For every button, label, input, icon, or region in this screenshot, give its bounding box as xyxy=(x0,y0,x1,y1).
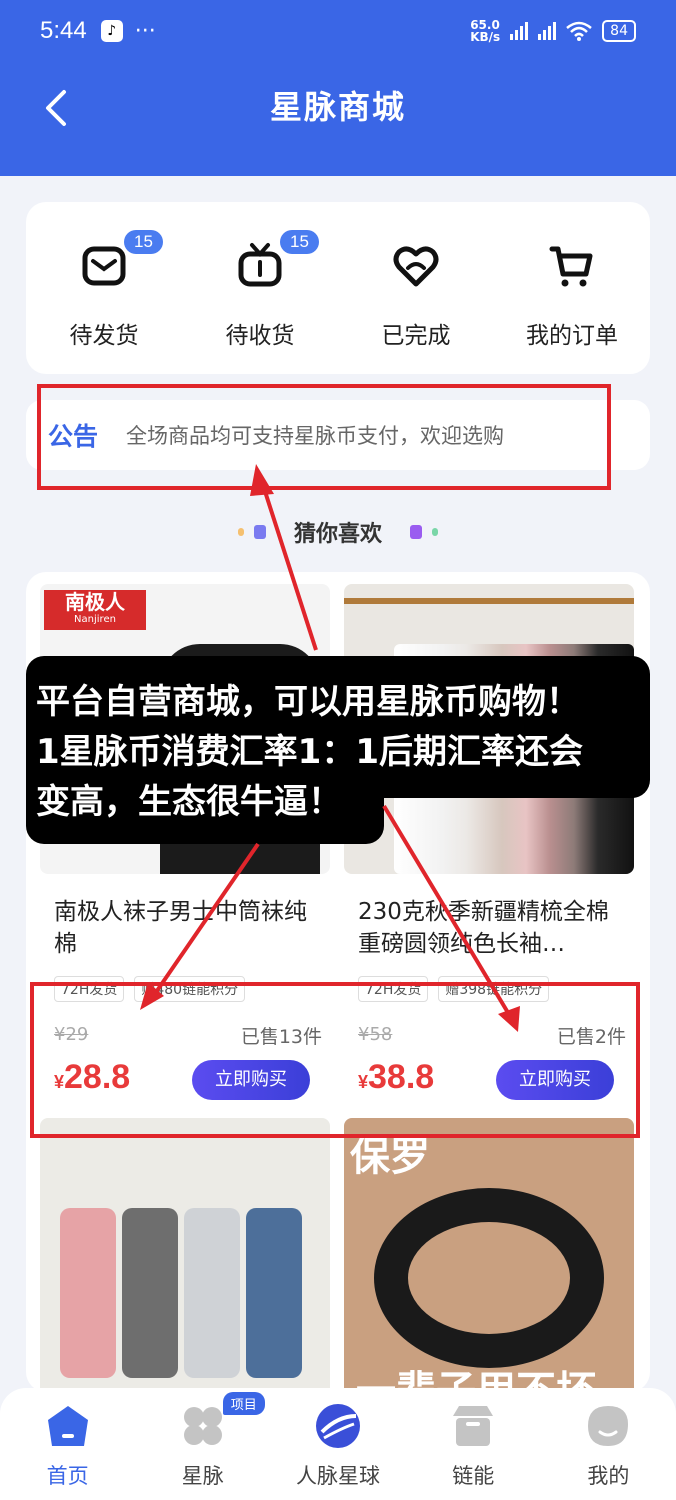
tab-label: 人脉星球 xyxy=(296,1464,380,1488)
tab-energy[interactable]: 链能 xyxy=(406,1388,541,1500)
bottom-tabbar: 首页 项目 星脉 人脉星球 链能 我的 xyxy=(0,1388,676,1500)
page-title: 星脉商城 xyxy=(269,88,406,126)
signal-icon xyxy=(510,22,529,40)
tiktok-icon: ♪ xyxy=(100,20,123,42)
heart-icon xyxy=(393,246,439,287)
tab-planet[interactable]: 人脉星球 xyxy=(270,1388,405,1500)
rack-bar xyxy=(344,598,634,604)
signal-icon-2 xyxy=(538,22,557,40)
net-speed: 65.0 KB/s xyxy=(470,19,500,43)
overlay-text-bottom: 一辈子用不坏 xyxy=(356,1368,596,1392)
order-pending-receipt[interactable]: 15 待收货 xyxy=(182,202,338,374)
planet-icon xyxy=(316,1404,360,1448)
tv-box-icon xyxy=(238,243,282,287)
decor-dot xyxy=(253,525,266,539)
order-completed[interactable]: 已完成 xyxy=(338,202,494,374)
bottle xyxy=(246,1208,302,1378)
tab-label: 星脉 xyxy=(181,1464,224,1488)
tab-xingmai[interactable]: 项目 星脉 xyxy=(135,1388,270,1500)
section-title: 猜你喜欢 xyxy=(293,522,382,547)
tab-label: 首页 xyxy=(46,1464,89,1488)
wifi-icon xyxy=(566,21,592,41)
product-name: 230克秋季新疆精梳全棉重磅圆领纯色长袖… xyxy=(358,899,609,957)
decor-dot xyxy=(237,528,244,536)
annotation-line: 变高，生态很牛逼！ xyxy=(36,782,342,822)
brand-logo: 南极人 Nanjiren xyxy=(44,590,146,630)
annotation-line: 1星脉币消费汇率1：1后期汇率还会 xyxy=(36,732,583,772)
store-icon xyxy=(453,1406,494,1446)
product-image: 保罗 一辈子用不坏 xyxy=(344,1118,634,1392)
brand-name: 南极人 xyxy=(65,590,125,614)
tab-home[interactable]: 首页 xyxy=(0,1388,135,1500)
order-label: 已完成 xyxy=(381,323,451,349)
brand-subname: Nanjiren xyxy=(74,614,116,625)
order-pending-shipment[interactable]: 15 待发货 xyxy=(26,202,182,374)
bottle xyxy=(184,1208,240,1378)
status-time: 5:44 xyxy=(40,17,87,44)
order-badge: 15 xyxy=(124,230,163,254)
annotation-line: 平台自营商城，可以用星脉币购物！ xyxy=(36,682,580,722)
annotation-box-notice xyxy=(37,384,611,490)
annotation-bubble: 平台自营商城，可以用星脉币购物！ 1星脉币消费汇率1：1后期汇率还会 变高，生态… xyxy=(26,656,650,844)
tab-badge: 项目 xyxy=(222,1392,265,1415)
mail-box-icon xyxy=(82,246,126,286)
order-badge: 15 xyxy=(280,230,319,254)
annotation-box-prices xyxy=(30,982,640,1138)
order-label: 待收货 xyxy=(225,323,295,349)
more-icon: ··· xyxy=(134,18,156,44)
my-orders[interactable]: 我的订单 xyxy=(494,202,650,374)
battery-indicator: 84 xyxy=(602,20,636,42)
decor-dot xyxy=(432,528,438,536)
clover-icon xyxy=(183,1407,222,1445)
belt xyxy=(374,1188,604,1368)
order-label: 待发货 xyxy=(69,323,139,349)
decor-dot xyxy=(410,525,422,539)
status-bar: 5:44 ♪ ··· 65.0 KB/s 84 xyxy=(0,0,676,62)
product-name: 南极人袜子男士中筒袜纯棉 xyxy=(54,899,307,957)
order-shortcuts: 15 待发货 15 待收货 已完成 我的订单 xyxy=(26,202,650,374)
tab-label: 我的 xyxy=(587,1464,630,1488)
bottle xyxy=(122,1208,178,1378)
product-image xyxy=(40,1118,330,1392)
bottle xyxy=(60,1208,116,1378)
order-label: 我的订单 xyxy=(526,323,618,349)
home-icon xyxy=(47,1406,88,1446)
tab-mine[interactable]: 我的 xyxy=(541,1388,676,1500)
cart-icon xyxy=(549,246,593,287)
header: 星脉商城 xyxy=(0,62,676,176)
tab-label: 链能 xyxy=(452,1464,495,1488)
profile-icon xyxy=(588,1406,629,1446)
net-speed-unit: KB/s xyxy=(470,30,501,44)
section-header: 猜你喜欢 xyxy=(0,514,676,550)
